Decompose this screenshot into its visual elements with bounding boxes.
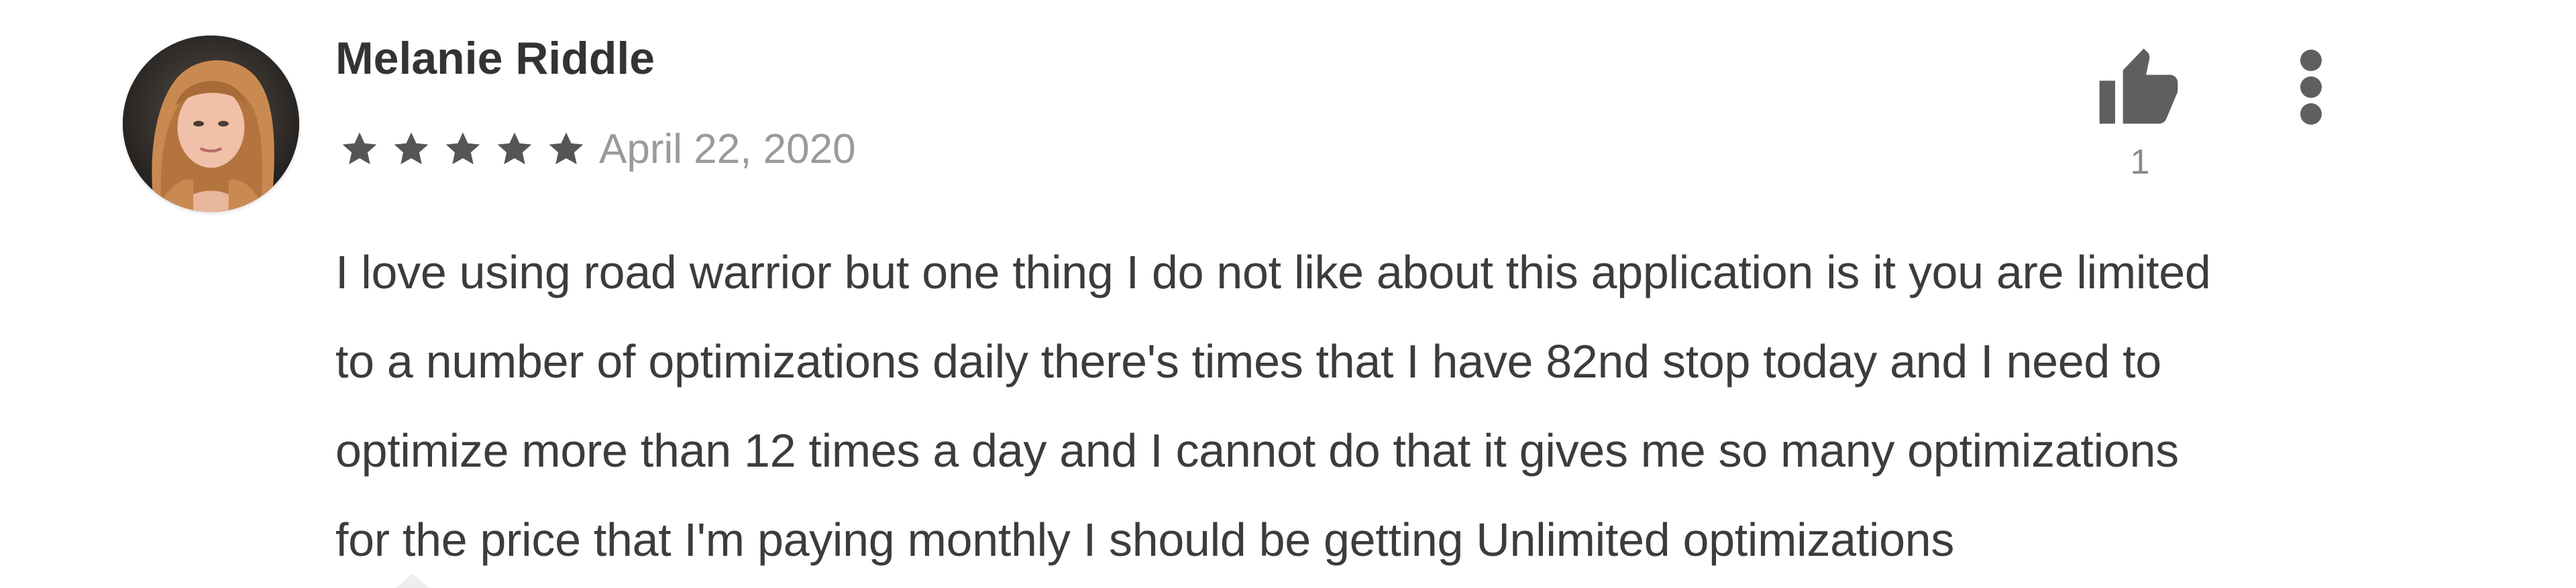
review-text: I love using road warrior but one thing … [335,228,2442,585]
review-text-line: optimize more than 12 times a day and I … [335,424,2179,477]
rating-row: April 22, 2020 [339,125,856,173]
review-date: April 22, 2020 [599,125,856,172]
avatar-image [123,36,299,212]
star-icon [545,128,587,170]
review-card: Melanie Riddle April 22, 2020 I love usi… [0,0,2576,588]
star-icon [442,128,484,170]
thumbs-up-icon[interactable] [2092,42,2186,135]
star-icon [494,128,535,170]
review-text-line: I love using road warrior but one thing … [335,246,2211,298]
review-text-line: for the price that I'm paying monthly I … [335,514,1955,566]
avatar[interactable] [123,36,299,212]
reply-caret-icon [396,574,429,588]
star-icon [339,128,380,170]
author-name: Melanie Riddle [335,33,655,84]
star-rating [339,128,597,170]
more-vertical-icon[interactable] [2288,47,2334,127]
helpful-count: 1 [2130,143,2150,182]
star-icon [390,128,432,170]
review-text-line: to a number of optimizations daily there… [335,335,2161,388]
